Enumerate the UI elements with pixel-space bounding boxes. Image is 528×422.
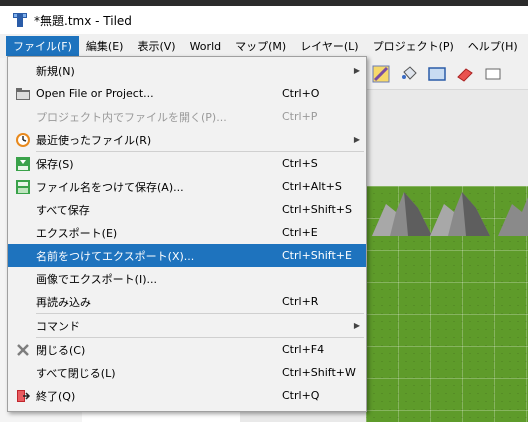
menu-layer[interactable]: レイヤー(L) [293,36,365,56]
title-bar: *無題.tmx - Tiled [0,6,528,34]
menu-item-label: 最近使ったファイル(R) [36,133,152,147]
menu-item-label: 新規(N) [36,64,75,78]
shortcut-label: Ctrl+Shift+W [282,366,356,379]
menu-item-label: すべて閉じる(L) [36,366,116,380]
mountain-tile [372,192,432,236]
submenu-arrow-icon: ▶ [353,321,360,330]
menubar: ファイル(F) 編集(E) 表示(V) World マップ(M) レイヤー(L)… [0,34,528,58]
shortcut-label: Ctrl+S [282,157,318,170]
shortcut-label: Ctrl+F4 [282,343,325,356]
menu-item-close-all[interactable]: すべて閉じる(L) Ctrl+Shift+W [8,361,366,384]
shortcut-label: Ctrl+Shift+E [282,249,352,262]
menu-help[interactable]: ヘルプ(H) [461,36,525,56]
menu-item-label: Open File or Project... [36,87,154,100]
save-icon [14,155,31,172]
menu-item-label: 保存(S) [36,157,74,171]
submenu-arrow-icon: ▶ [353,66,360,75]
submenu-arrow-icon: ▶ [353,135,360,144]
save-as-icon [14,178,31,195]
wand-tool-icon[interactable] [370,63,392,85]
shortcut-label: Ctrl+R [282,295,319,308]
recent-icon [14,131,31,148]
select-rectangle-icon[interactable] [482,63,504,85]
menu-item-save-all[interactable]: すべて保存 Ctrl+Shift+S [8,198,366,221]
menu-item-label: 名前をつけてエクスポート(X)... [36,249,195,263]
menu-file[interactable]: ファイル(F) [6,36,79,56]
menu-item-label: 終了(Q) [36,389,76,403]
bucket-fill-icon[interactable] [398,63,420,85]
menu-item-open-in-project[interactable]: プロジェクト内でファイルを開く(P)... Ctrl+P [8,105,366,128]
menu-item-commands[interactable]: コマンド ▶ [8,314,366,337]
menu-view[interactable]: 表示(V) [130,36,182,56]
map-toolbar [366,58,528,90]
menu-item-label: コマンド [36,319,80,333]
rectangle-tool-icon[interactable] [426,63,448,85]
menu-item-reload[interactable]: 再読み込み Ctrl+R [8,290,366,313]
shortcut-label: Ctrl+O [282,87,320,100]
menu-item-label: 画像でエクスポート(I)... [36,272,157,286]
menu-item-save-as[interactable]: ファイル名をつけて保存(A)... Ctrl+Alt+S [8,175,366,198]
menu-world[interactable]: World [183,36,229,56]
menu-item-label: プロジェクト内でファイルを開く(P)... [36,110,227,124]
menu-item-label: 閉じる(C) [36,343,86,357]
tiled-app-icon [12,12,28,28]
shortcut-label: Ctrl+E [282,226,318,239]
mountain-tile [430,192,490,236]
menu-item-label: 再読み込み [36,295,91,309]
menu-edit[interactable]: 編集(E) [79,36,131,56]
shortcut-label: Ctrl+Alt+S [282,180,342,193]
file-menu: 新規(N) ▶ Open File or Project... Ctrl+O プ… [7,56,367,412]
mountain-tile [498,197,528,236]
shortcut-label: Ctrl+Q [282,389,320,402]
menu-item-quit[interactable]: 終了(Q) Ctrl+Q [8,384,366,407]
shortcut-label: Ctrl+Shift+S [282,203,352,216]
menu-item-new[interactable]: 新規(N) ▶ [8,59,366,82]
menu-item-close[interactable]: 閉じる(C) Ctrl+F4 [8,338,366,361]
menu-item-export-image[interactable]: 画像でエクスポート(I)... [8,267,366,290]
menu-item-label: ファイル名をつけて保存(A)... [36,180,184,194]
menu-project[interactable]: プロジェクト(P) [366,36,461,56]
menu-item-save[interactable]: 保存(S) Ctrl+S [8,152,366,175]
menu-map[interactable]: マップ(M) [228,36,293,56]
menu-item-export[interactable]: エクスポート(E) Ctrl+E [8,221,366,244]
eraser-icon[interactable] [454,63,476,85]
menu-item-recent[interactable]: 最近使ったファイル(R) ▶ [8,128,366,151]
close-icon [14,341,31,358]
menu-item-open[interactable]: Open File or Project... Ctrl+O [8,82,366,105]
menu-item-label: エクスポート(E) [36,226,118,240]
shortcut-label: Ctrl+P [282,110,318,123]
menu-item-export-as[interactable]: 名前をつけてエクスポート(X)... Ctrl+Shift+E [8,244,366,267]
menu-item-label: すべて保存 [36,203,90,217]
window-title: *無題.tmx - Tiled [34,13,132,28]
folder-open-icon [14,85,31,102]
exit-icon [14,387,31,404]
